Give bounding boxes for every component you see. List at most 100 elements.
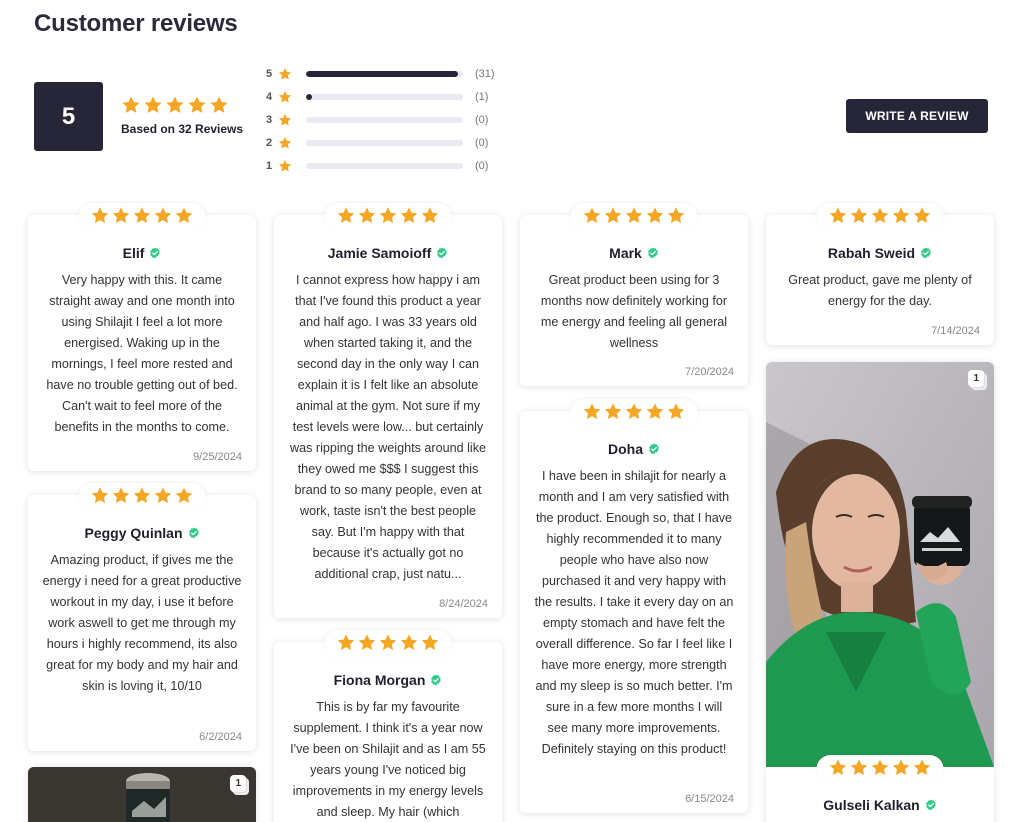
review-photo[interactable] (766, 362, 994, 767)
distribution-stars-label: 3 (266, 113, 273, 126)
star-icon (91, 206, 110, 225)
distribution-stars-label: 1 (266, 159, 273, 172)
star-icon (209, 95, 229, 115)
review-photo[interactable] (28, 767, 256, 822)
star-icon (379, 633, 398, 652)
star-icon (667, 402, 686, 421)
page-title: Customer reviews (34, 10, 238, 37)
review-card-peggy-quinlan: Peggy Quinlan Amazing product, if gives … (28, 483, 256, 751)
review-text: This is by far my favourite supplement. … (290, 700, 486, 819)
star-icon (112, 206, 131, 225)
review-photo-card[interactable]: 1 (766, 362, 994, 767)
review-date: 7/20/2024 (685, 366, 734, 378)
reviewer-name: Peggy Quinlan (28, 525, 256, 541)
review-date: 6/2/2024 (199, 731, 242, 743)
review-date: 6/15/2024 (685, 793, 734, 805)
review-card-rabah-sweid: Rabah Sweid Great product, gave me plent… (766, 203, 994, 345)
review-card-mark: Mark Great product been using for 3 mont… (520, 203, 748, 386)
star-icon (358, 633, 377, 652)
reviewer-name-text: Mark (609, 245, 642, 261)
distribution-bar (306, 70, 463, 77)
review-stars (78, 483, 206, 511)
review-stars (324, 630, 452, 658)
star-icon (421, 633, 440, 652)
review-photo-card[interactable]: 1 (28, 767, 256, 822)
review-date: 9/25/2024 (193, 451, 242, 463)
verified-badge-icon (925, 799, 937, 811)
reviewer-name: Rabah Sweid (766, 245, 994, 261)
distribution-count: (1) (475, 90, 489, 103)
verified-badge-icon (920, 247, 932, 259)
star-icon (583, 206, 602, 225)
star-icon (604, 402, 623, 421)
reviewer-name-text: Jamie Samoioff (327, 245, 432, 261)
star-icon (133, 486, 152, 505)
verified-badge-icon (430, 674, 442, 686)
star-icon (583, 402, 602, 421)
rating-distribution: 5 (31) 4 (1) 3 (0) 2 (0) 1 (0) (266, 62, 495, 177)
distribution-count: (0) (475, 159, 489, 172)
verified-badge-icon (149, 247, 161, 259)
distribution-stars-label: 5 (266, 67, 273, 80)
star-icon (133, 206, 152, 225)
star-icon (187, 95, 207, 115)
verified-badge-icon (188, 527, 200, 539)
review-stars (816, 203, 944, 231)
average-rating-box: 5 (34, 82, 103, 151)
star-icon (91, 486, 110, 505)
review-text: I cannot express how happy i am that I'v… (289, 273, 486, 581)
reviewer-name: Jamie Samoioff (274, 245, 502, 261)
reviewer-name: Fiona Morgan (274, 672, 502, 688)
distribution-row-1[interactable]: 1 (0) (266, 154, 495, 177)
review-date: 7/14/2024 (931, 325, 980, 337)
star-icon (913, 758, 932, 777)
write-review-button[interactable]: WRITE A REVIEW (846, 99, 988, 133)
reviewer-name-text: Elif (122, 245, 145, 261)
review-text: Great product been using for 3 months no… (540, 273, 728, 350)
review-date: 8/24/2024 (439, 598, 488, 610)
distribution-bar (306, 116, 463, 123)
reviewer-name-text: Rabah Sweid (827, 245, 916, 261)
review-stars (324, 203, 452, 231)
distribution-row-5[interactable]: 5 (31) (266, 62, 495, 85)
review-stars (816, 755, 944, 783)
review-card-doha: Doha I have been in shilajit for nearly … (520, 399, 748, 813)
star-icon (850, 206, 869, 225)
distribution-bar-fill (306, 93, 312, 100)
distribution-count: (31) (475, 67, 495, 80)
star-icon (829, 206, 848, 225)
review-text: Amazing product, if gives me the energy … (42, 553, 242, 693)
distribution-row-2[interactable]: 2 (0) (266, 131, 495, 154)
reviewer-name-text: Fiona Morgan (333, 672, 426, 688)
star-icon (646, 206, 665, 225)
review-stars (570, 203, 698, 231)
distribution-count: (0) (475, 136, 489, 149)
star-icon (337, 206, 356, 225)
star-icon (278, 159, 292, 173)
average-stars (121, 95, 229, 115)
reviewer-name-text: Peggy Quinlan (84, 525, 183, 541)
star-icon (892, 758, 911, 777)
review-card-jamie-samoioff: Jamie Samoioff I cannot express how happ… (274, 203, 502, 618)
photo-count-badge: 1 (230, 775, 246, 792)
star-icon (278, 136, 292, 150)
review-card-gulseli-kalkan: Gulseli Kalkan (766, 755, 994, 822)
review-stars (78, 203, 206, 231)
star-icon (400, 633, 419, 652)
distribution-row-4[interactable]: 4 (1) (266, 85, 495, 108)
distribution-bar-fill (306, 70, 459, 77)
star-icon (400, 206, 419, 225)
reviewer-name-text: Doha (608, 441, 643, 457)
review-card-fiona-morgan: Fiona Morgan This is by far my favourite… (274, 630, 502, 822)
distribution-row-3[interactable]: 3 (0) (266, 108, 495, 131)
distribution-bar (306, 93, 463, 100)
based-on-text: Based on 32 Reviews (121, 122, 244, 136)
reviewer-name: Doha (520, 441, 748, 457)
star-icon (175, 206, 194, 225)
star-icon (625, 206, 644, 225)
star-icon (154, 486, 173, 505)
star-icon (278, 90, 292, 104)
star-icon (871, 206, 890, 225)
star-icon (892, 206, 911, 225)
star-icon (175, 486, 194, 505)
